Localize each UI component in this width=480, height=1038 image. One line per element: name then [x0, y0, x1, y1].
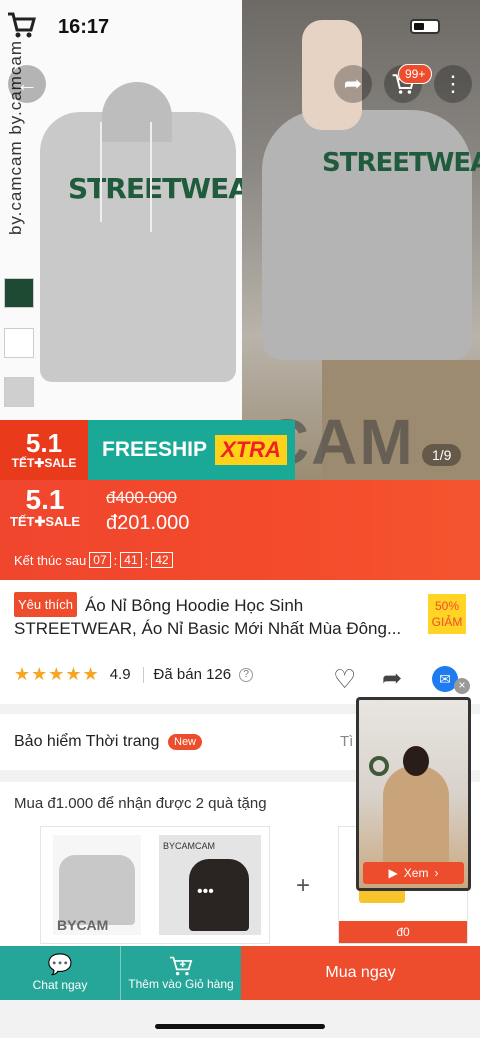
share-arrow-icon[interactable]: ➦ — [382, 664, 402, 693]
floating-video[interactable]: ▶ Xem › — [356, 697, 471, 891]
home-indicator — [155, 1024, 325, 1029]
buy-now-button[interactable]: Mua ngay — [241, 946, 480, 1000]
bottom-action-bar: 💬 Chat ngay Thêm vào Giỏ hàng Mua ngay — [0, 946, 480, 1000]
rating-value: 4.9 — [109, 666, 131, 683]
gift-price: đ0 — [339, 921, 467, 943]
countdown-label: Kết thúc sau — [14, 552, 87, 568]
product-info: Yêu thích Áo Nỉ Bông Hoodie Học Sinh STRE… — [0, 580, 480, 704]
image-counter: 1/9 — [422, 444, 462, 466]
freeship-banner: FREESHIP XTRA — [88, 420, 295, 480]
rating-row[interactable]: ★★★★★ 4.9 Đã bán 126 ? — [14, 664, 254, 685]
video-person-head — [403, 746, 429, 776]
model-hoodie-print: STREETWEAR — [322, 148, 480, 178]
event-small-text: TẾT✚SALE — [11, 456, 77, 470]
color-swatch-white[interactable] — [4, 328, 34, 358]
original-price: đ400.000 — [106, 488, 177, 507]
flash-price-band: 5.1 TẾT✚SALE đ400.000 đ201.000 Kết thúc … — [0, 480, 480, 580]
watch-video-button[interactable]: ▶ Xem › — [363, 862, 464, 884]
thumb-brand: BYCAMCAM — [163, 841, 216, 851]
product-image-carousel[interactable]: STREETWEAR by.camcam by.camcam STREETWEA… — [0, 0, 480, 480]
share-icon: ➦ — [343, 71, 363, 96]
cart-icon — [8, 12, 36, 38]
add-cart-label: Thêm vào Giỏ hàng — [128, 977, 234, 991]
event-big-text: 5.1 — [25, 484, 65, 515]
sale-price: đ201.000 — [106, 512, 190, 534]
status-time: 16:17 — [58, 16, 110, 38]
favorite-tag: Yêu thích — [14, 592, 77, 617]
more-vertical-icon: ⋮ — [442, 71, 464, 96]
chevron-right-icon: › — [434, 866, 439, 880]
hoodie-print: STREETWEAR — [68, 172, 270, 205]
product-title-block[interactable]: Yêu thích Áo Nỉ Bông Hoodie Học Sinh STRE… — [14, 592, 419, 640]
event-logo: 5.1 TẾT✚SALE — [6, 486, 84, 530]
gift-thumb-1: BYCAM — [53, 835, 141, 935]
chat-bubble-icon: 💬 — [47, 954, 73, 976]
new-badge: New — [168, 734, 203, 750]
cart-count-badge: 99+ — [398, 64, 433, 84]
thumb-watermark: BYCAM — [57, 917, 109, 933]
back-button[interactable]: ← — [8, 65, 46, 103]
countdown: Kết thúc sau 07: 41: 42 — [14, 552, 173, 568]
buy-label: Mua ngay — [325, 964, 396, 981]
event-logo: 5.1 TẾT✚SALE — [0, 420, 88, 480]
color-swatch-green[interactable] — [4, 278, 34, 308]
color-swatch-gray[interactable] — [4, 377, 34, 407]
wreath-decoration — [369, 756, 389, 776]
promo-strip: 5.1 TẾT✚SALE FREESHIP XTRA — [0, 420, 295, 480]
chat-label: Chat ngay — [32, 978, 88, 992]
countdown-seconds: 42 — [151, 552, 173, 568]
event-small-text: TẾT✚SALE — [9, 514, 81, 529]
star-rating-icon: ★★★★★ — [14, 664, 100, 684]
countdown-hours: 07 — [89, 552, 111, 568]
close-icon: × — [458, 678, 466, 692]
more-options-button[interactable]: ⋮ — [434, 65, 472, 103]
battery-icon — [410, 19, 440, 34]
watch-label: Xem — [403, 866, 429, 880]
insurance-label: Bảo hiểm Thời trang — [14, 733, 160, 750]
more-dots-icon: ••• — [197, 883, 214, 900]
discount-badge: 50% GIẢM — [428, 594, 466, 634]
countdown-minutes: 41 — [120, 552, 142, 568]
discount-label: GIẢM — [431, 615, 463, 629]
divider — [142, 666, 144, 683]
insurance-more-text: Tì — [340, 733, 354, 750]
gift-thumb-2: BYCAMCAM ••• — [159, 835, 261, 935]
sold-count: Đã bán 126 — [153, 666, 232, 683]
help-icon[interactable]: ? — [239, 667, 254, 682]
gift-title: Mua đ1.000 để nhận được 2 quà tặng — [14, 795, 267, 812]
arrow-left-icon: ← — [16, 71, 38, 96]
chat-now-button[interactable]: 💬 Chat ngay — [0, 946, 120, 1000]
favorite-heart-icon[interactable]: ♡ — [333, 664, 356, 695]
xtra-text: XTRA — [215, 435, 287, 465]
event-big-text: 5.1 — [25, 428, 63, 458]
close-video-button[interactable]: × — [454, 678, 470, 694]
product-image-flatlay: STREETWEAR by.camcam by.camcam — [0, 0, 270, 420]
freeship-text: FREESHIP — [102, 438, 208, 461]
cart-plus-icon — [170, 956, 193, 976]
plus-icon: + — [296, 872, 311, 899]
discount-percent: 50% — [434, 599, 460, 613]
share-button[interactable]: ➦ — [334, 65, 372, 103]
hoodie-illustration: STREETWEAR — [40, 82, 270, 382]
gift-product-card[interactable]: BYCAM BYCAMCAM ••• — [40, 826, 270, 944]
video-camera-icon: ▶ — [388, 866, 398, 880]
video-person — [383, 766, 449, 876]
add-to-cart-button[interactable]: Thêm vào Giỏ hàng — [120, 946, 241, 1000]
